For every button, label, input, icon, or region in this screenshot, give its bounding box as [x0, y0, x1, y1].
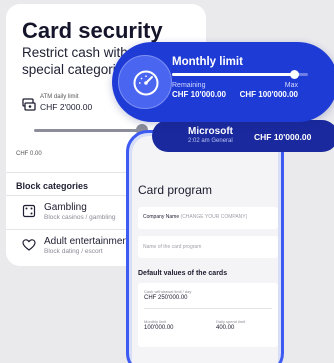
card-program-screen: Card program Company Name (CHANGE YOUR C… [132, 136, 278, 363]
company-name-field[interactable]: Company Name (CHANGE YOUR COMPANY) [138, 207, 278, 229]
atm-limit-label: ATM daily limit [40, 94, 79, 100]
monthly-limit-value: 100'000.00 [144, 325, 174, 331]
max-value: CHF 100'000.00 [239, 90, 298, 99]
monthly-limit-card[interactable]: Monthly limit Remaining CHF 10'000.00 Ma… [112, 42, 334, 122]
divider [144, 308, 272, 309]
default-values-heading: Default values of the cards [138, 270, 228, 277]
monthly-limit-title: Monthly limit [172, 56, 243, 68]
dice-icon [22, 204, 36, 218]
cash-withdrawal-label: Cash withdrawal limit / day [144, 289, 192, 294]
atm-limit-value: CHF 2'000.00 [40, 102, 93, 112]
gauge-icon [133, 70, 159, 96]
block-item-desc: Block casinos / gambling [44, 214, 116, 221]
block-item-desc: Block dating / escort [44, 248, 103, 255]
block-item-name: Gambling [44, 202, 87, 213]
daily-limit-value: 400.00 [216, 325, 235, 331]
cash-withdrawal-value: CHF 250'000.00 [144, 295, 188, 301]
max-label: Max [284, 82, 298, 89]
daily-limit-label: Daily spend limit [216, 319, 246, 324]
transaction-merchant: Microsoft [188, 126, 233, 137]
atm-limit-slider[interactable] [34, 129, 144, 132]
atm-icon [22, 98, 36, 111]
transaction-amount: CHF 10'000.00 [254, 132, 312, 142]
phone-frame: Card program Company Name (CHANGE YOUR C… [126, 130, 284, 363]
block-categories-heading: Block categories [16, 181, 89, 191]
transaction-notification[interactable]: Microsoft 2:02 am General CHF 10'000.00 [152, 120, 334, 152]
transaction-time-category: 2:02 am General [188, 138, 233, 144]
block-item-name: Adult entertainment [44, 236, 131, 247]
monthly-limit-progress [172, 70, 308, 79]
heart-icon [22, 239, 36, 251]
monthly-limit-progress-handle [290, 70, 300, 79]
remaining-label: Remaining [172, 82, 206, 89]
company-name-label: Company Name (CHANGE YOUR COMPANY) [143, 214, 248, 220]
remaining-value: CHF 10'000.00 [172, 90, 226, 99]
program-name-field[interactable]: Name of the card program [138, 236, 278, 258]
monthly-limit-label: Monthly limit [144, 319, 167, 324]
program-name-placeholder: Name of the card program [143, 244, 202, 250]
card-program-title: Card program [138, 183, 213, 197]
default-values-card[interactable]: Cash withdrawal limit / day CHF 250'000.… [138, 283, 278, 347]
gauge-icon-container [118, 55, 172, 109]
monthly-limit-progress-fill [172, 73, 295, 76]
page-title: Card security [22, 18, 163, 43]
slider-min-label: CHF 0.00 [16, 151, 42, 157]
